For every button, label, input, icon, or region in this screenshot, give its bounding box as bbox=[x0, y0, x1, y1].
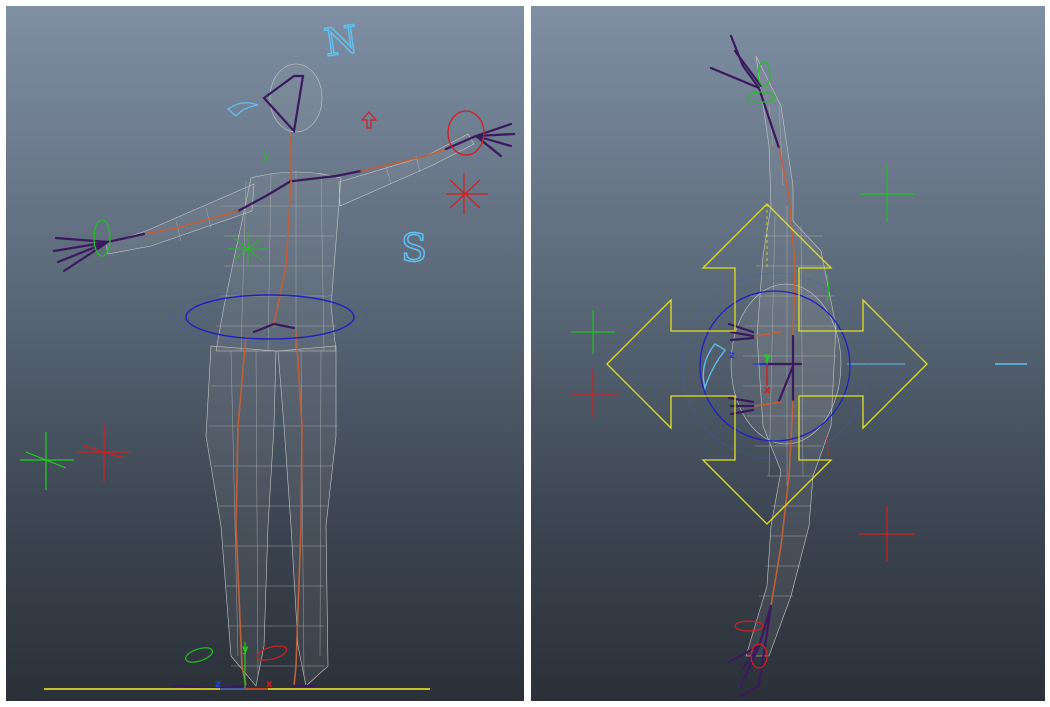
left-hand-control bbox=[93, 219, 111, 257]
compass-north-icon[interactable]: N bbox=[321, 16, 362, 66]
green-locator-icon bbox=[571, 310, 615, 354]
top-viewport[interactable]: y z x bbox=[531, 6, 1045, 701]
compass-south-icon[interactable]: S bbox=[400, 225, 428, 271]
red-locator-icon bbox=[78, 424, 130, 482]
axis-z-label: z bbox=[729, 350, 735, 361]
axis-x-label: x bbox=[764, 385, 771, 396]
top-viewport-scene: y z x bbox=[571, 34, 1027, 698]
red-locator-icon bbox=[859, 506, 915, 562]
axis-y-label: y bbox=[242, 644, 249, 655]
red-locator-icon bbox=[571, 370, 617, 418]
left-foot-control bbox=[184, 647, 214, 663]
axis-x-label: x bbox=[266, 679, 273, 690]
green-locator-icon bbox=[20, 432, 74, 490]
green-locator-icon bbox=[859, 166, 915, 222]
front-viewport[interactable]: N S y z x bbox=[6, 6, 524, 701]
axis-z-label: z bbox=[215, 679, 221, 690]
red-star-locator-icon bbox=[446, 173, 488, 214]
up-arrow-control bbox=[360, 111, 378, 129]
front-viewport-scene: N S y z x bbox=[20, 16, 516, 690]
head-control bbox=[226, 102, 259, 117]
character-mesh-top[interactable] bbox=[730, 55, 842, 657]
axis-y-label: y bbox=[764, 352, 771, 363]
